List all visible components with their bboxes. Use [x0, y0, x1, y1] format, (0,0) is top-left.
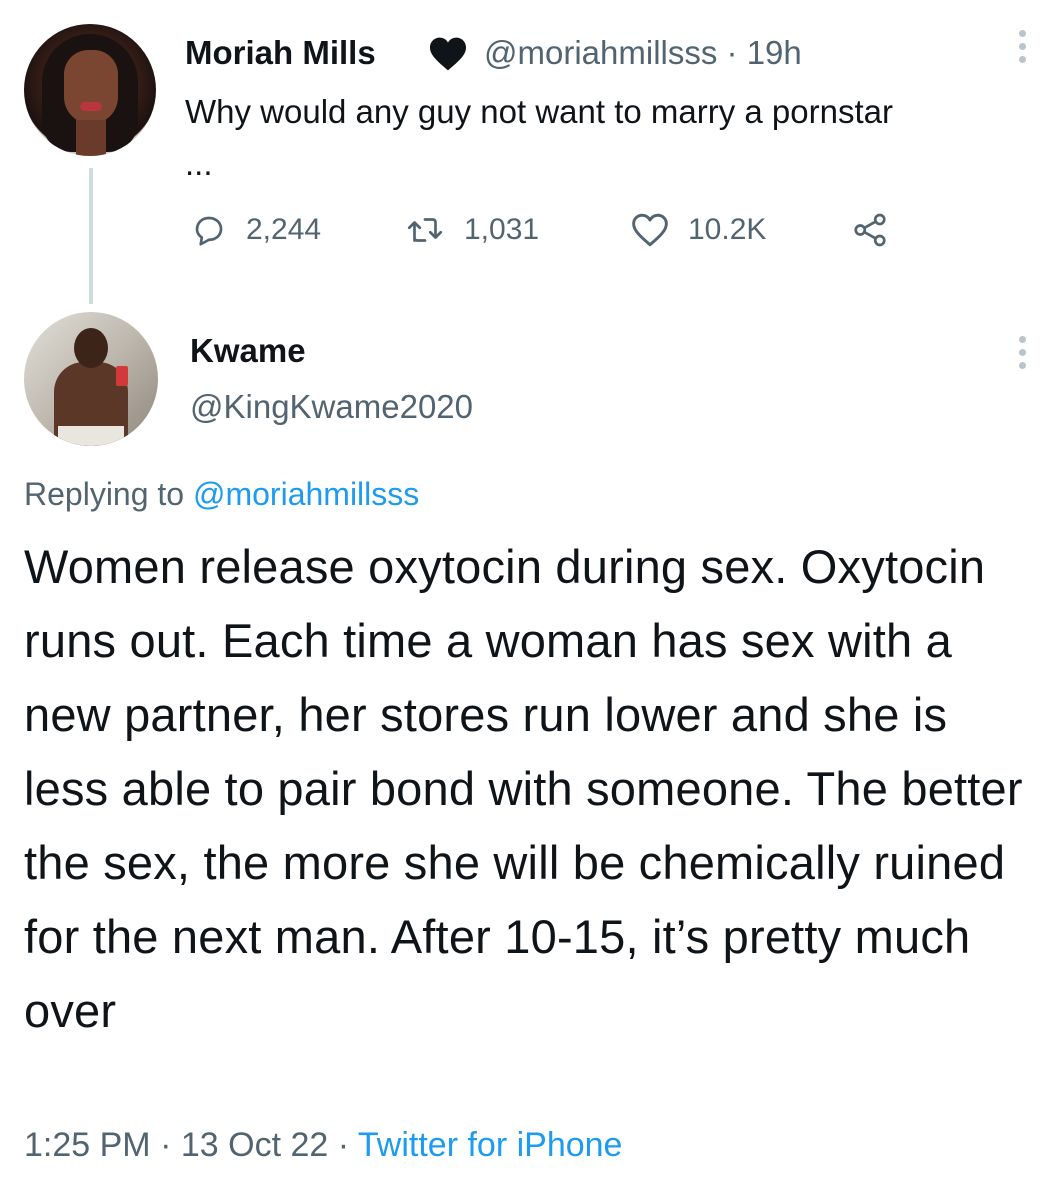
replying-mention[interactable]: @moriahmillsss [193, 476, 419, 512]
parent-author-name[interactable]: Moriah Mills [185, 34, 376, 72]
like-action[interactable]: 10.2K [630, 212, 766, 248]
reply-author-name[interactable]: Kwame [190, 332, 306, 370]
tweet-time[interactable]: 1:25 PM [24, 1126, 151, 1164]
thread-line [89, 168, 93, 304]
replying-to: Replying to @moriahmillsss [24, 476, 419, 513]
replying-prefix: Replying to [24, 476, 185, 512]
kwame-avatar[interactable] [24, 312, 158, 446]
like-count: 10.2K [688, 213, 767, 246]
tweet-date[interactable]: 13 Oct 22 [181, 1126, 328, 1164]
meta-separator: · [726, 34, 738, 71]
more-icon[interactable] [1017, 30, 1027, 63]
reply-tweet-text: Women release oxytocin during sex. Oxyto… [24, 540, 1023, 1037]
share-icon [854, 213, 886, 247]
footer-separator: · [160, 1126, 172, 1164]
reply-count: 2,244 [246, 213, 322, 246]
heart-icon [632, 213, 668, 247]
retweet-count: 1,031 [464, 213, 540, 246]
reply-handle[interactable]: @KingKwame2020 [190, 388, 473, 426]
more-icon[interactable] [1017, 336, 1027, 369]
reply-icon [195, 216, 223, 246]
parent-time[interactable]: 19h [747, 34, 802, 71]
moriah-avatar[interactable] [24, 24, 156, 156]
parent-handle[interactable]: @moriahmillsss [484, 34, 717, 71]
retweet-icon [407, 218, 443, 242]
tweet-source[interactable]: Twitter for iPhone [358, 1126, 623, 1164]
black-heart-icon [430, 37, 466, 71]
share-action[interactable] [850, 212, 890, 248]
parent-meta: @moriahmillsss · 19h [484, 34, 802, 72]
parent-tweet-text: Why would any guy not want to marry a po… [185, 93, 893, 182]
reply-action[interactable]: 2,244 [190, 212, 321, 248]
retweet-action[interactable]: 1,031 [404, 212, 539, 248]
footer-separator: · [337, 1126, 350, 1164]
tweet-footer: 1:25 PM · 13 Oct 22 · Twitter for iPhone [24, 1126, 622, 1165]
